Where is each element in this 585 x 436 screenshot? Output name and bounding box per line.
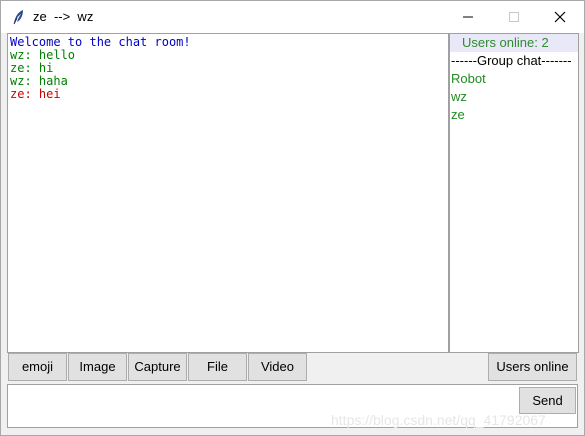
maximize-icon (509, 12, 519, 22)
title-bar[interactable]: ze --> wz (1, 1, 584, 33)
image-button[interactable]: Image (68, 353, 127, 381)
send-button[interactable]: Send (519, 387, 576, 414)
minimize-icon (463, 16, 473, 18)
feather-icon (13, 10, 23, 25)
chat-message: ze: hi (10, 61, 54, 75)
chat-window: ze --> wz Welcome to the chat room! wz: … (0, 0, 585, 436)
user-list-item[interactable]: Robot (450, 70, 578, 88)
chat-message: Welcome to the chat room! (10, 35, 191, 49)
emoji-button[interactable]: emoji (8, 353, 67, 381)
chat-history[interactable]: Welcome to the chat room! wz: hello ze: … (7, 33, 449, 353)
user-list-item[interactable]: wz (450, 88, 578, 106)
chat-message: ze: hei (10, 87, 61, 101)
user-list-item[interactable]: ze (450, 106, 578, 124)
user-list-panel[interactable]: Users online: 2 ------Group chat------- … (449, 33, 579, 353)
chat-message: wz: hello (10, 48, 76, 62)
users-online-count: Users online: 2 (450, 34, 578, 52)
maximize-button[interactable] (491, 1, 537, 33)
close-button[interactable] (537, 1, 583, 33)
video-button[interactable]: Video (248, 353, 307, 381)
capture-button[interactable]: Capture (128, 353, 187, 381)
close-icon (554, 11, 566, 23)
group-chat-item[interactable]: ------Group chat------- (450, 52, 578, 70)
window-title: ze --> wz (33, 9, 94, 24)
watermark: https://blog.csdn.net/qq_41792067 (331, 412, 546, 428)
minimize-button[interactable] (445, 1, 491, 33)
chat-message: wz: haha (10, 74, 68, 88)
users-online-button[interactable]: Users online (488, 353, 577, 381)
file-button[interactable]: File (188, 353, 247, 381)
